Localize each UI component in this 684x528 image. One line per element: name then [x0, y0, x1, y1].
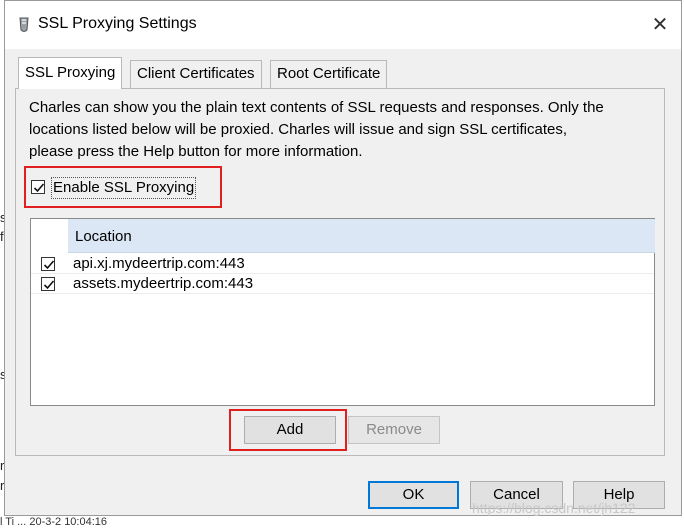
- watermark-text: https://blog.csdn.net/jh122: [472, 500, 636, 516]
- row-enabled-checkbox[interactable]: [41, 277, 55, 291]
- row-enabled-checkbox[interactable]: [41, 257, 55, 271]
- locations-table[interactable]: Location api.xj.mydeertrip.com:443 asset…: [30, 218, 655, 406]
- checkmark-icon: [43, 280, 55, 290]
- window-title: SSL Proxying Settings: [38, 15, 197, 32]
- highlight-box-add: [229, 409, 347, 451]
- table-row[interactable]: api.xj.mydeertrip.com:443: [31, 254, 654, 274]
- description-text: Charles can show you the plain text cont…: [29, 97, 659, 163]
- close-icon: ✕: [651, 14, 669, 36]
- checkmark-icon: [43, 260, 55, 270]
- tab-ssl-proxying[interactable]: SSL Proxying: [18, 57, 123, 89]
- tab-root-certificate[interactable]: Root Certificate: [270, 60, 388, 88]
- tab-client-certificates[interactable]: Client Certificates: [130, 60, 262, 88]
- close-button[interactable]: ✕: [645, 13, 675, 37]
- highlight-box-enable: [24, 166, 222, 208]
- title-bar: SSL Proxying Settings ✕: [5, 1, 681, 49]
- table-row[interactable]: assets.mydeertrip.com:443: [31, 274, 654, 294]
- background-bottom-text: l Ti ... 20-3-2 10:04:16: [0, 516, 108, 528]
- remove-button[interactable]: Remove: [348, 416, 440, 444]
- description-line: Charles can show you the plain text cont…: [29, 99, 604, 116]
- charles-app-icon: [19, 17, 29, 32]
- ok-button[interactable]: OK: [368, 481, 459, 509]
- location-cell: api.xj.mydeertrip.com:443: [73, 255, 245, 272]
- location-cell: assets.mydeertrip.com:443: [73, 275, 254, 292]
- location-column-header[interactable]: Location: [68, 219, 655, 253]
- location-header-label: Location: [75, 228, 132, 245]
- description-line: locations listed below will be proxied. …: [29, 121, 568, 138]
- description-line: please press the Help button for more in…: [29, 143, 363, 160]
